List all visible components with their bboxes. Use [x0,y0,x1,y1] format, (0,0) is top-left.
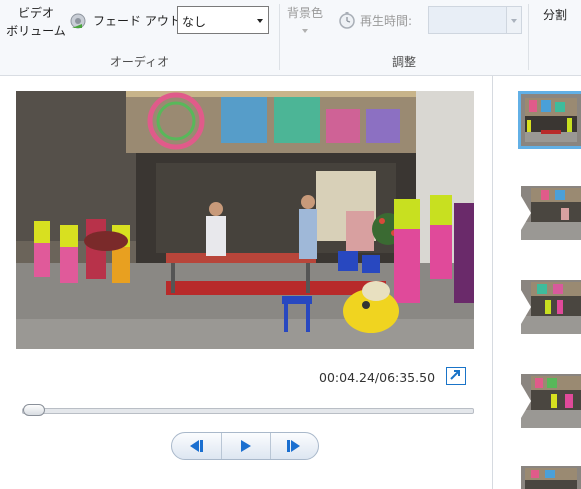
split-button[interactable]: 分割 [543,6,567,23]
adjust-group-label: 調整 [391,55,416,69]
clip-thumbnail [521,280,581,334]
video-volume-button[interactable]: ビデオ ボリューム [6,4,66,40]
play-icon [241,440,251,452]
chevron-down-icon [511,19,517,23]
clip-thumbnail [521,466,581,489]
storyboard-clip[interactable] [518,91,581,149]
clip-thumbnail [521,94,581,146]
fade-out-value: なし [182,15,207,29]
fade-out-select[interactable]: なし [177,6,269,34]
playback-controls [171,432,319,460]
split-group: 分割 [529,0,581,75]
next-frame-button[interactable] [270,433,318,459]
audio-group: ビデオ ボリューム フェード アウト: なし オーディオ [0,0,279,75]
previous-frame-icon [190,440,203,452]
seek-slider-thumb[interactable] [23,404,45,416]
video-preview[interactable] [16,91,474,349]
play-button[interactable] [221,433,271,459]
preview-area: 00:04.24/06:35.50 [0,76,492,489]
storyboard-clip[interactable] [521,186,581,240]
seek-slider-track[interactable] [22,408,474,414]
storyboard-clip[interactable] [521,280,581,334]
fade-out-icon [70,12,90,30]
background-color-label: 背景色 [286,6,323,20]
chevron-down-icon [257,19,263,23]
adjust-group: 背景色 再生時間: 調整 [280,0,528,75]
ribbon: ビデオ ボリューム フェード アウト: なし オーディオ 背景色 再生時間: 調… [0,0,581,76]
clip-thumbnail [521,374,581,428]
previous-frame-button[interactable] [172,433,220,459]
fade-out-label: フェード アウト: [93,14,185,28]
duration-label: 再生時間: [360,14,413,28]
chevron-down-icon [302,29,308,33]
expand-arrow-icon [450,370,460,380]
duration-combobox[interactable] [428,6,522,34]
time-readout: 00:04.24/06:35.50 [319,370,436,385]
video-volume-label-line1: ビデオ [17,6,54,20]
storyboard [493,76,581,489]
storyboard-clip[interactable] [521,466,581,489]
clip-thumbnail [521,186,581,240]
storyboard-clip[interactable] [521,374,581,428]
video-volume-label-line2: ボリューム [6,24,66,38]
expand-preview-button[interactable] [446,367,466,385]
next-frame-icon [287,440,300,452]
video-frame-image [16,91,474,349]
clock-icon [338,11,356,29]
audio-group-label: オーディオ [109,55,170,69]
duration-dropdown[interactable] [506,7,521,33]
background-color-button[interactable]: 背景色 [284,4,326,33]
